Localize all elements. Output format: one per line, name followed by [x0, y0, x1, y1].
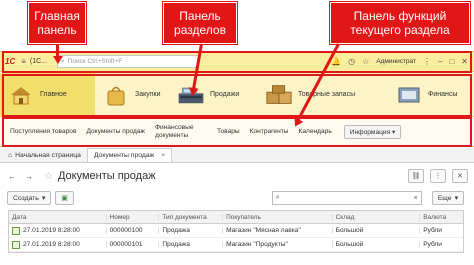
- cell-type: Продажа: [158, 227, 222, 234]
- section-label: Финансы: [428, 91, 458, 98]
- tab-sales-docs[interactable]: Документы продаж ×: [86, 148, 173, 162]
- table-row[interactable]: 27.01.2019 8:28:00 000000100 Продажа Маг…: [9, 224, 463, 238]
- func-link[interactable]: Календарь: [299, 128, 332, 136]
- cell-currency: Рубли: [419, 241, 463, 248]
- callout-functions-panel: Панель функций текущего раздела: [330, 2, 470, 44]
- section-sales[interactable]: Продажи: [170, 73, 258, 117]
- bell-icon[interactable]: 🔔: [331, 57, 341, 66]
- cell-buyer: Магазин "Мясная лавка": [222, 227, 332, 234]
- cell-type: Продажа: [158, 241, 222, 248]
- main-panel: 1С ≡ (1С... ⌕ Поиск Ctrl+Shift+F 🔔 ◷ ☆ А…: [0, 51, 474, 72]
- section-label: Закупки: [135, 91, 161, 98]
- func-link[interactable]: Контрагенты: [250, 128, 289, 136]
- arrow-head: [53, 56, 63, 64]
- section-main[interactable]: Главное: [0, 72, 95, 117]
- favorite-star-icon[interactable]: ☆: [44, 171, 53, 182]
- global-search-input[interactable]: ⌕ Поиск Ctrl+Shift+F: [57, 55, 200, 68]
- search-placeholder: Поиск Ctrl+Shift+F: [67, 58, 123, 65]
- func-link[interactable]: Товары: [217, 128, 240, 136]
- tab-home[interactable]: ⌂ Начальная страница: [2, 149, 87, 162]
- back-arrow-icon[interactable]: ←: [5, 170, 19, 183]
- callout-main-panel: Главная панель: [28, 2, 86, 44]
- section-label: Продажи: [210, 91, 240, 98]
- sections-panel: Главное Закупки Продажи Товарные запасы …: [0, 72, 474, 117]
- table-row[interactable]: 27.01.2019 8:28:00 000000101 Продажа Маг…: [9, 238, 463, 252]
- more-button-label: Еще: [437, 194, 452, 202]
- more-options-icon[interactable]: ⋮: [430, 169, 446, 183]
- section-finance[interactable]: Финансы: [388, 73, 468, 117]
- info-button-label: Информация: [349, 128, 391, 136]
- favorites-star-icon[interactable]: ☆: [362, 57, 369, 66]
- cell-store: Большой: [331, 227, 420, 234]
- shopping-bag-icon: [102, 84, 130, 106]
- close-icon[interactable]: ✕: [461, 57, 468, 66]
- close-tab-icon[interactable]: ×: [161, 152, 165, 159]
- user-name[interactable]: Администрат: [376, 58, 416, 65]
- chevron-down-icon: ▾: [41, 195, 46, 202]
- list-search-input[interactable]: ⌕ ×: [271, 191, 422, 205]
- 1c-logo: 1С: [5, 57, 16, 66]
- finance-icon: [395, 84, 423, 106]
- col-date[interactable]: Дата: [9, 214, 106, 221]
- cell-number: 000000101: [105, 241, 159, 248]
- col-buyer[interactable]: Покупатель: [222, 213, 332, 221]
- create-button[interactable]: Создать ▾: [7, 191, 52, 205]
- section-purchases[interactable]: Закупки: [95, 73, 170, 117]
- col-store[interactable]: Склад: [331, 213, 420, 221]
- tab-label: Документы продаж: [93, 152, 155, 159]
- arrow-head: [187, 87, 199, 97]
- copy-doc-icon: ▣: [61, 195, 68, 202]
- sales-docs-table: Дата Номер Тип документа Покупатель Скла…: [8, 210, 464, 253]
- chevron-down-icon: ▾: [454, 195, 458, 202]
- more-button[interactable]: Еще ▾: [431, 191, 464, 205]
- callout-sections-panel: Панель разделов: [163, 2, 237, 44]
- open-tabs-bar: ⌂ Начальная страница Документы продаж ×: [0, 148, 474, 163]
- chevron-down-icon: ▾: [392, 128, 396, 136]
- cell-date: 27.01.2019 8:28:00: [9, 226, 106, 235]
- tab-label: Начальная страница: [15, 152, 81, 159]
- table-header: Дата Номер Тип документа Покупатель Скла…: [9, 211, 463, 224]
- minimize-icon[interactable]: –: [438, 57, 442, 66]
- history-icon[interactable]: ◷: [348, 57, 355, 66]
- col-type[interactable]: Тип документа: [158, 213, 222, 221]
- close-form-icon[interactable]: ✕: [452, 169, 468, 183]
- app-title: (1С...: [29, 58, 48, 65]
- copy-button[interactable]: ▣: [55, 191, 74, 205]
- cell-buyer: Магазин "Продукты": [222, 241, 332, 248]
- form-header: ← → ☆ Документы продаж ⛓ ⋮ ✕: [0, 164, 474, 188]
- section-label: Главное: [40, 91, 67, 98]
- document-icon: [12, 226, 20, 235]
- clear-icon[interactable]: ×: [414, 195, 418, 202]
- func-link[interactable]: Документы продаж: [86, 128, 145, 136]
- cell-store: Большой: [331, 241, 420, 248]
- functions-panel: Поступления товаров Документы продаж Фин…: [0, 117, 474, 147]
- section-label: Товарные запасы: [298, 91, 356, 98]
- date-value: 27.01.2019 8:28:00: [23, 241, 80, 248]
- form-title: Документы продаж: [57, 170, 156, 182]
- command-bar: Создать ▾ ▣ ⌕ × Еще ▾: [0, 189, 474, 207]
- info-button[interactable]: Информация ▾: [343, 124, 402, 139]
- link-icon[interactable]: ⛓: [408, 169, 424, 183]
- func-link[interactable]: Поступления товаров: [10, 128, 76, 136]
- func-link[interactable]: Финансовые документы: [155, 124, 207, 140]
- maximize-icon[interactable]: □: [449, 57, 454, 66]
- form-header-tools: ⛓ ⋮ ✕: [408, 169, 474, 183]
- settings-icon[interactable]: ⋮: [423, 57, 431, 66]
- date-value: 27.01.2019 8:28:00: [23, 227, 80, 234]
- cell-number: 000000100: [105, 227, 159, 234]
- cell-date: 27.01.2019 8:28:00: [9, 240, 106, 249]
- forward-arrow-icon[interactable]: →: [22, 170, 36, 183]
- boxes-icon: [265, 84, 293, 106]
- section-stock[interactable]: Товарные запасы: [258, 73, 388, 117]
- search-icon[interactable]: ⌕: [276, 194, 280, 202]
- create-button-label: Создать: [13, 194, 39, 202]
- main-panel-tools: 🔔 ◷ ☆ Администрат ⋮ – □ ✕: [331, 57, 474, 66]
- menu-icon[interactable]: ≡: [21, 57, 26, 66]
- home-icon: ⌂: [8, 152, 13, 159]
- document-icon: [12, 240, 20, 249]
- col-number[interactable]: Номер: [105, 213, 159, 221]
- house-icon: [7, 84, 35, 106]
- col-currency[interactable]: Валюта: [419, 213, 463, 221]
- cell-currency: Рубли: [419, 227, 463, 234]
